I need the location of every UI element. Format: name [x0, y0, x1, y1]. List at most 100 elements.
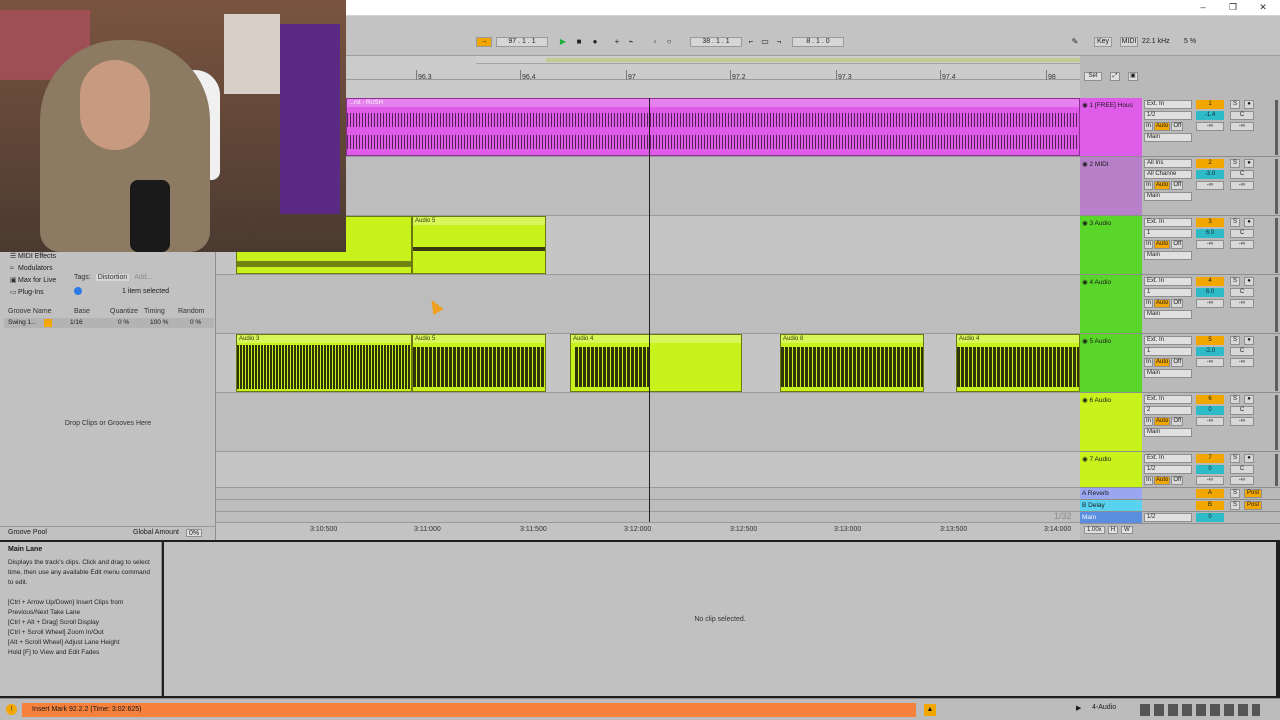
- clip-rush[interactable]: ...rst - RUSH: [346, 98, 1080, 156]
- play-small-icon[interactable]: ▶: [1076, 704, 1081, 712]
- track-name[interactable]: ◉ 2 MIDI: [1080, 157, 1142, 215]
- volume-field[interactable]: 6.0: [1196, 229, 1224, 238]
- track-header-3[interactable]: ◉ 3 Audio Ext. In 1 In Auto Off Main 3 S ● 6.0 C -∞ -…: [1080, 216, 1280, 275]
- arm-record-icon[interactable]: ●: [1244, 395, 1254, 404]
- send-field-2[interactable]: -∞: [1230, 181, 1254, 190]
- monitor-auto-button[interactable]: Auto: [1154, 417, 1171, 426]
- arrangement-position-field[interactable]: 38 . 1 . 1: [690, 37, 742, 47]
- track-lane-6[interactable]: [216, 393, 1080, 452]
- input-channel-select[interactable]: All Channe: [1144, 170, 1192, 179]
- input-channel-select[interactable]: 1/2: [1144, 465, 1192, 474]
- set-locator-button[interactable]: Set: [1084, 72, 1102, 81]
- input-channel-select[interactable]: 1: [1144, 229, 1192, 238]
- track-activator-button[interactable]: 5: [1196, 336, 1224, 345]
- song-position-field[interactable]: 97 . 1 . 1: [496, 37, 548, 47]
- send-field-2[interactable]: -∞: [1230, 476, 1254, 485]
- pan-field[interactable]: C: [1230, 111, 1254, 120]
- monitor-in-button[interactable]: In: [1144, 181, 1154, 190]
- arm-record-icon[interactable]: ●: [1244, 277, 1254, 286]
- clip-audio-8[interactable]: Audio 8: [780, 334, 924, 392]
- send-field[interactable]: -∞: [1196, 122, 1224, 131]
- tag-distortion[interactable]: Distortion: [95, 274, 130, 281]
- track-header-7[interactable]: ◉ 7 Audio Ext. In 1/2 In Auto Off 7 S ● 0 C -∞ -∞: [1080, 452, 1280, 488]
- arm-record-icon[interactable]: ●: [1244, 100, 1254, 109]
- view-switch-icons[interactable]: [1140, 704, 1260, 716]
- volume-field[interactable]: 0: [1196, 465, 1224, 474]
- time-ruler[interactable]: 3:10:500 3:11:000 3:11:500 3:12:000 3:12…: [216, 522, 1080, 540]
- follow-icon[interactable]: →: [476, 37, 492, 47]
- automation-arm-icon[interactable]: ⌁: [626, 37, 636, 47]
- solo-button[interactable]: S: [1230, 100, 1240, 109]
- loop-icon[interactable]: ▭: [760, 37, 770, 47]
- punch-in-icon[interactable]: ⌐: [746, 37, 756, 47]
- monitor-off-button[interactable]: Off: [1171, 299, 1184, 308]
- monitor-off-button[interactable]: Off: [1171, 122, 1184, 131]
- track-lane-7[interactable]: [216, 452, 1080, 488]
- key-map-button[interactable]: Key: [1094, 37, 1112, 47]
- input-channel-select[interactable]: 1/2: [1144, 111, 1192, 120]
- overdub-icon[interactable]: +: [612, 37, 622, 47]
- input-type-select[interactable]: Ext. In: [1144, 336, 1192, 345]
- lock-icon[interactable]: ▣: [1128, 72, 1138, 81]
- output-select[interactable]: Main: [1144, 369, 1192, 378]
- track-lane-5[interactable]: Audio 3 Audio 5 Audio 4 Audio 8 Audio 4: [216, 334, 1080, 393]
- solo-button[interactable]: S: [1230, 395, 1240, 404]
- punch-out-icon[interactable]: ¬: [774, 37, 784, 47]
- global-amount-field[interactable]: 0%: [186, 529, 203, 537]
- arm-record-icon[interactable]: ●: [1244, 454, 1254, 463]
- clip-audio-5b[interactable]: Audio 5: [412, 334, 546, 392]
- track-name[interactable]: ◉ 4 Audio: [1080, 275, 1142, 333]
- send-field-2[interactable]: -∞: [1230, 122, 1254, 131]
- send-field-2[interactable]: -∞: [1230, 358, 1254, 367]
- pan-field[interactable]: C: [1230, 465, 1254, 474]
- loop-length-field[interactable]: 8 . 1 . 0: [792, 37, 844, 47]
- monitor-auto-button[interactable]: Auto: [1154, 240, 1171, 249]
- return-lane-a[interactable]: [216, 488, 1080, 500]
- groove-row[interactable]: Swing 1... 1/16 0 % 100 % 0 %: [4, 318, 214, 328]
- solo-button[interactable]: S: [1230, 159, 1240, 168]
- arm-record-icon[interactable]: ●: [1244, 159, 1254, 168]
- detail-view[interactable]: No clip selected.: [164, 542, 1276, 696]
- solo-button[interactable]: S: [1230, 277, 1240, 286]
- input-type-select[interactable]: Ext. In: [1144, 100, 1192, 109]
- output-select[interactable]: Main: [1144, 428, 1192, 437]
- send-field[interactable]: -∞: [1196, 181, 1224, 190]
- browser-category-midi-effects[interactable]: ☰ MIDI Effects: [10, 252, 56, 262]
- track-header-2[interactable]: ◉ 2 MIDI All Ins All Channe In Auto Off Main 2 S…: [1080, 157, 1280, 216]
- monitor-auto-button[interactable]: Auto: [1154, 299, 1171, 308]
- browser-category-modulators[interactable]: ≈ Modulators: [10, 264, 53, 274]
- draw-mode-icon[interactable]: ✎: [1070, 37, 1080, 47]
- monitor-auto-button[interactable]: Auto: [1154, 358, 1171, 367]
- monitor-in-button[interactable]: In: [1144, 240, 1154, 249]
- groove-base-select[interactable]: 1/16: [70, 319, 83, 326]
- monitor-in-button[interactable]: In: [1144, 417, 1154, 426]
- monitor-off-button[interactable]: Off: [1171, 240, 1184, 249]
- input-channel-select[interactable]: 1: [1144, 288, 1192, 297]
- return-name[interactable]: B Delay: [1080, 500, 1142, 511]
- send-field-2[interactable]: -∞: [1230, 417, 1254, 426]
- record-icon[interactable]: ●: [590, 37, 600, 47]
- input-type-select[interactable]: Ext. In: [1144, 395, 1192, 404]
- post-button[interactable]: Post: [1244, 501, 1262, 510]
- send-field[interactable]: -∞: [1196, 299, 1224, 308]
- input-type-select[interactable]: Ext. In: [1144, 218, 1192, 227]
- track-activator-button[interactable]: 7: [1196, 454, 1224, 463]
- pan-field[interactable]: C: [1230, 347, 1254, 356]
- send-field[interactable]: -∞: [1196, 358, 1224, 367]
- track-name[interactable]: ◉ 6 Audio: [1080, 393, 1142, 451]
- track-name[interactable]: ◉ 1 [FREE] Hous: [1080, 98, 1142, 156]
- track-activator-button[interactable]: 1: [1196, 100, 1224, 109]
- return-header-1[interactable]: A Reverb A S Post: [1080, 488, 1280, 500]
- track-activator-button[interactable]: 2: [1196, 159, 1224, 168]
- pan-field[interactable]: C: [1230, 406, 1254, 415]
- return-lane-b[interactable]: [216, 500, 1080, 512]
- clip-audio-5[interactable]: Audio 5: [412, 216, 546, 274]
- return-activator-button[interactable]: A: [1196, 489, 1224, 498]
- track-name[interactable]: ◉ 5 Audio: [1080, 334, 1142, 392]
- input-type-select[interactable]: Ext. In: [1144, 277, 1192, 286]
- warning-icon[interactable]: !: [6, 704, 17, 715]
- monitor-auto-button[interactable]: Auto: [1154, 122, 1171, 131]
- track-header-5[interactable]: ◉ 5 Audio Ext. In 1 In Auto Off Main 5 S ● -2.0 C -∞…: [1080, 334, 1280, 393]
- solo-button[interactable]: S: [1230, 218, 1240, 227]
- groove-hot-swap-icon[interactable]: [44, 319, 52, 327]
